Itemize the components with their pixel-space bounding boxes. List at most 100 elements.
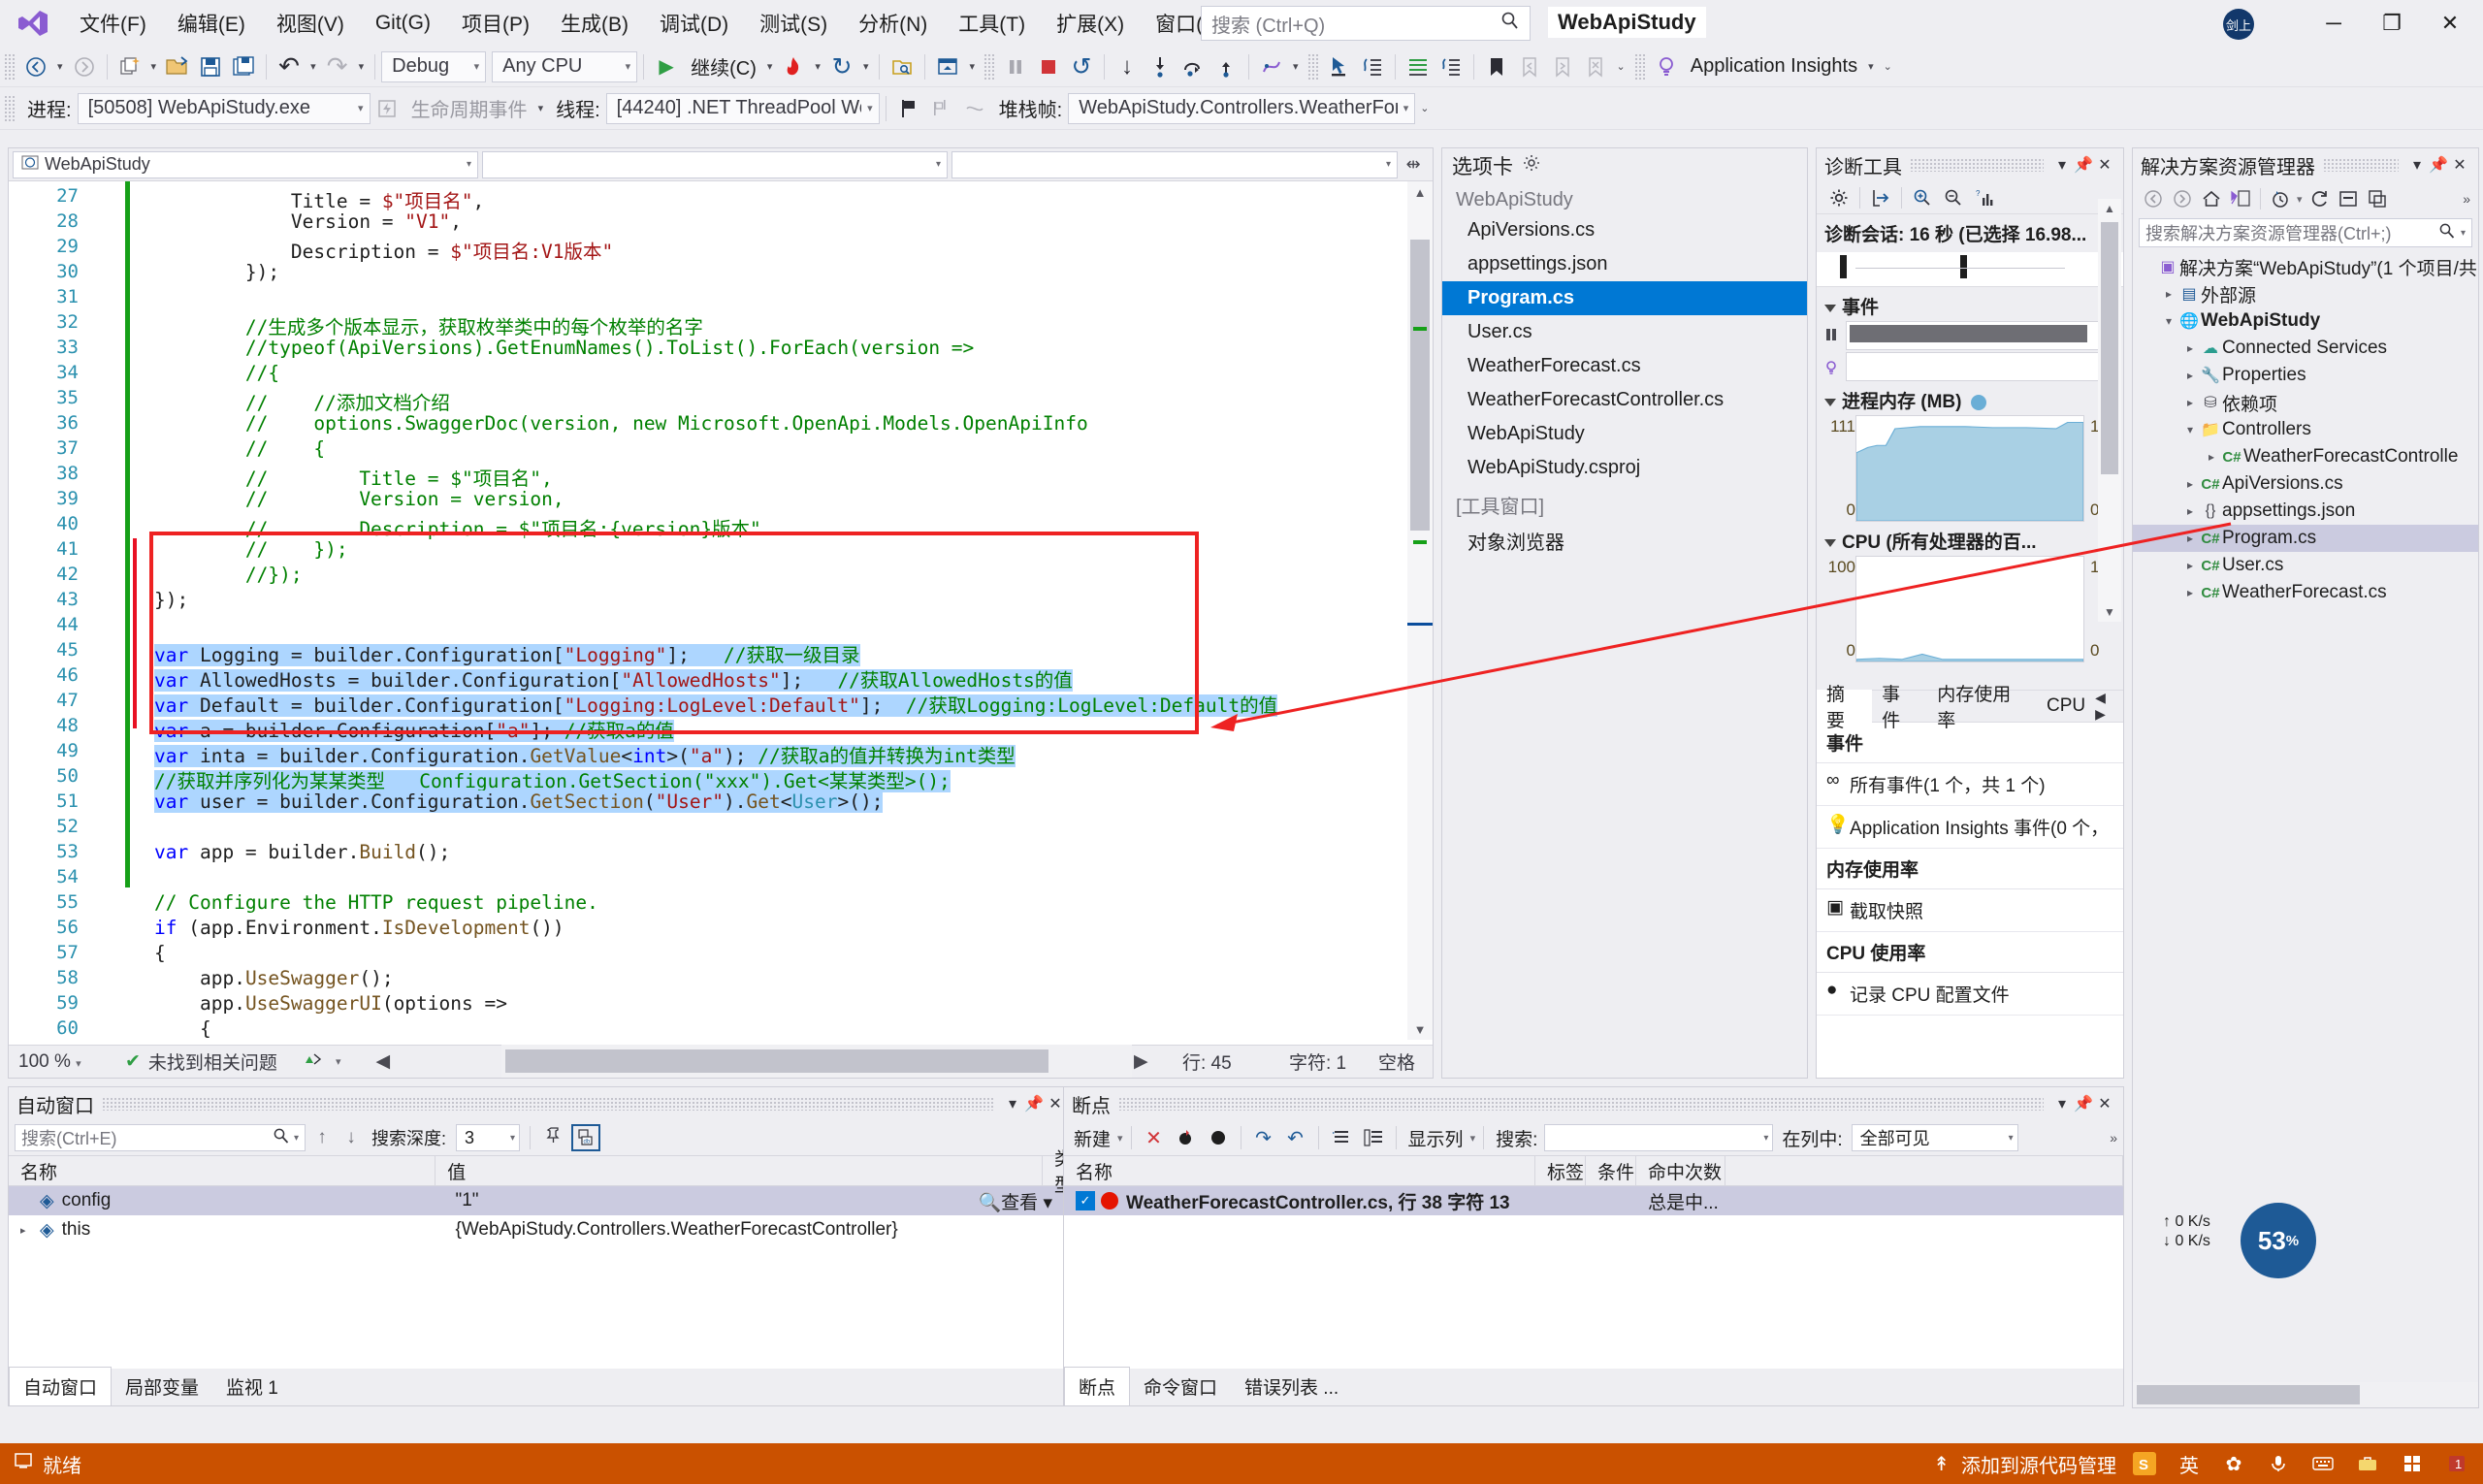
export-breakpoints-icon[interactable]: ↷ <box>1249 1124 1278 1151</box>
autos-search-input[interactable]: 搜索(Ctrl+E) ▾ <box>15 1124 306 1151</box>
collapse-triangle-icon[interactable] <box>1824 539 1836 547</box>
code-line[interactable]: // options.SwaggerDoc(version, new Micro… <box>154 412 1088 435</box>
panel-menu-icon[interactable]: ▾ <box>2406 155 2428 175</box>
editor-zoom-combo[interactable]: 100 % ▾ <box>9 1051 125 1073</box>
code-line[interactable]: { <box>154 942 166 964</box>
close-icon[interactable]: ✕ <box>2094 155 2115 175</box>
collapse-triangle-icon[interactable] <box>1824 305 1836 312</box>
solution-tree-node[interactable]: ▸C#ApiVersions.cs <box>2133 470 2478 498</box>
restart-circle-icon[interactable]: ↻ <box>825 50 858 83</box>
solution-tree-node[interactable]: ▸{}appsettings.json <box>2133 498 2478 525</box>
bottom-tab[interactable]: 自动窗口 <box>9 1367 112 1405</box>
autos-cell-value[interactable]: "1"🔍查看 ▾ <box>443 1186 1062 1215</box>
solution-explorer-hscroll[interactable] <box>2133 1382 2478 1407</box>
code-line[interactable]: // { <box>154 437 325 460</box>
split-editor-icon[interactable]: ⇹ <box>1402 154 1425 175</box>
code-line[interactable]: var user = builder.Configuration.GetSect… <box>154 790 883 813</box>
chevron-right-icon[interactable]: ▸ <box>2181 532 2199 545</box>
hot-reload-icon[interactable] <box>777 50 810 83</box>
timeline-marker-end[interactable] <box>1960 255 1967 278</box>
minimize-button[interactable]: ─ <box>2305 0 2363 47</box>
unflag-icon[interactable] <box>958 92 991 125</box>
chevron-down-icon[interactable]: ▾ <box>2160 314 2177 328</box>
toolbox-icon[interactable] <box>2351 1447 2384 1480</box>
lifecycle-events-dropdown[interactable]: ▾ <box>533 102 549 114</box>
menu-build[interactable]: 生成(B) <box>545 3 644 44</box>
save-icon[interactable] <box>194 50 227 83</box>
chevron-down-icon[interactable]: ▾ <box>2181 423 2199 436</box>
tool-window-item[interactable]: 对象浏览器 <box>1442 521 1807 561</box>
home-icon[interactable] <box>2199 186 2224 211</box>
process-combo[interactable]: [50508] WebApiStudy.exe▾ <box>78 93 371 124</box>
se-hscroll-thumb[interactable] <box>2137 1385 2360 1404</box>
editor-scroll-thumb[interactable] <box>1410 240 1430 531</box>
redo-icon[interactable]: ↷ <box>321 50 354 83</box>
navigate-forward-button[interactable] <box>68 50 101 83</box>
application-insights-button[interactable]: Application Insights <box>1691 55 1857 78</box>
code-line[interactable]: app.UseSwaggerUI(options => <box>154 992 507 1015</box>
solution-tree-node[interactable]: ▸C#User.cs <box>2133 552 2478 579</box>
show-next-statement-icon[interactable] <box>886 50 919 83</box>
chevron-right-icon[interactable]: ▸ <box>2181 586 2199 599</box>
diagnostics-summary-item[interactable]: ∞所有事件(1 个，共 1 个) <box>1817 763 2123 806</box>
code-line[interactable]: //获取并序列化为某某类型 Configuration.GetSection("… <box>154 765 951 793</box>
hex-display-toggle[interactable]: db <box>571 1124 600 1151</box>
forward-icon[interactable] <box>2170 186 2195 211</box>
code-line[interactable]: }); <box>154 261 279 283</box>
code-line[interactable]: Title = $"项目名", <box>154 185 484 213</box>
zoom-in-icon[interactable] <box>1908 184 1937 211</box>
redo-dropdown[interactable]: ▾ <box>354 60 370 73</box>
se-toolbar-overflow[interactable]: » <box>2463 191 2470 207</box>
application-insights-dropdown[interactable]: ▾ <box>1863 60 1879 73</box>
export-icon[interactable] <box>1866 184 1895 211</box>
code-line[interactable]: // Configure the HTTP request pipeline. <box>154 891 598 914</box>
chevron-right-icon[interactable]: ▸ <box>2181 396 2199 409</box>
code-line[interactable]: var inta = builder.Configuration.GetValu… <box>154 740 1016 768</box>
new-project-icon[interactable] <box>113 50 146 83</box>
menu-project[interactable]: 项目(P) <box>446 3 545 44</box>
breakpoint-checkbox[interactable]: ✓ <box>1076 1191 1095 1210</box>
toolbar-grip-2[interactable] <box>984 53 995 81</box>
code-line[interactable]: // Version = version, <box>154 488 564 510</box>
pin-icon[interactable]: 📌 <box>2428 155 2449 175</box>
tab-list-item[interactable]: Program.cs <box>1442 281 1807 315</box>
diagnostics-tab[interactable]: CPU <box>2037 690 2095 723</box>
solution-tree-node[interactable]: ▾🌐WebApiStudy <box>2133 307 2478 335</box>
diagnostics-summary-item[interactable]: ▣截取快照 <box>1817 889 2123 932</box>
go-to-source-icon[interactable] <box>1327 1124 1356 1151</box>
increase-indent-icon[interactable] <box>1402 50 1435 83</box>
solution-view-icon[interactable] <box>2228 186 2253 211</box>
bookmarks-overflow[interactable]: ⌄ <box>1612 60 1630 73</box>
diagnostics-memory-section[interactable]: 进程内存 (MB) <box>1817 381 2123 415</box>
panel-menu-icon[interactable]: ▾ <box>2051 155 2073 175</box>
solution-tree-node[interactable]: ▸C#WeatherForecast.cs <box>2133 579 2478 606</box>
diag-scroll-up[interactable]: ▲ <box>2098 199 2121 218</box>
diagnostics-scrollbar[interactable]: ▲ ▼ <box>2098 199 2121 622</box>
restart-dropdown[interactable]: ▾ <box>858 60 874 73</box>
close-icon[interactable]: ✕ <box>2449 155 2470 175</box>
debug-toolbar-overflow[interactable]: ⌄ <box>1415 102 1434 114</box>
toolbar-grip-3[interactable] <box>1307 53 1319 81</box>
menu-test[interactable]: 测试(S) <box>744 3 843 44</box>
restart-debug-icon[interactable]: ↺ <box>1065 50 1098 83</box>
tab-list-item[interactable]: WebApiStudy <box>1442 417 1807 451</box>
tab-list-item[interactable]: ApiVersions.cs <box>1442 213 1807 247</box>
menu-extensions[interactable]: 扩展(X) <box>1041 3 1140 44</box>
solution-config-combo[interactable]: Debug▾ <box>381 51 486 82</box>
panel-drag-handle[interactable] <box>1910 158 2044 172</box>
window-layout-icon[interactable] <box>931 50 964 83</box>
sogou-input-icon[interactable]: S <box>2128 1447 2161 1480</box>
breakpoint-search-comb[interactable]: ▾ <box>1544 1124 1773 1151</box>
properties-icon[interactable] <box>2365 186 2390 211</box>
diag-scroll-thumb[interactable] <box>2101 222 2118 474</box>
refresh-icon[interactable] <box>2306 186 2332 211</box>
collapse-all-icon[interactable] <box>2336 186 2361 211</box>
issue-nav-icon[interactable] <box>303 1049 332 1075</box>
open-folder-icon[interactable] <box>161 50 194 83</box>
menu-analyze[interactable]: 分析(N) <box>843 3 943 44</box>
toolbar-overflow[interactable]: ⌄ <box>1879 60 1897 73</box>
save-all-icon[interactable] <box>227 50 260 83</box>
menu-view[interactable]: 视图(V) <box>261 3 360 44</box>
diagnostics-timeline-ruler[interactable] <box>1817 252 2123 287</box>
autos-depth-combo[interactable]: 3▾ <box>456 1124 520 1151</box>
